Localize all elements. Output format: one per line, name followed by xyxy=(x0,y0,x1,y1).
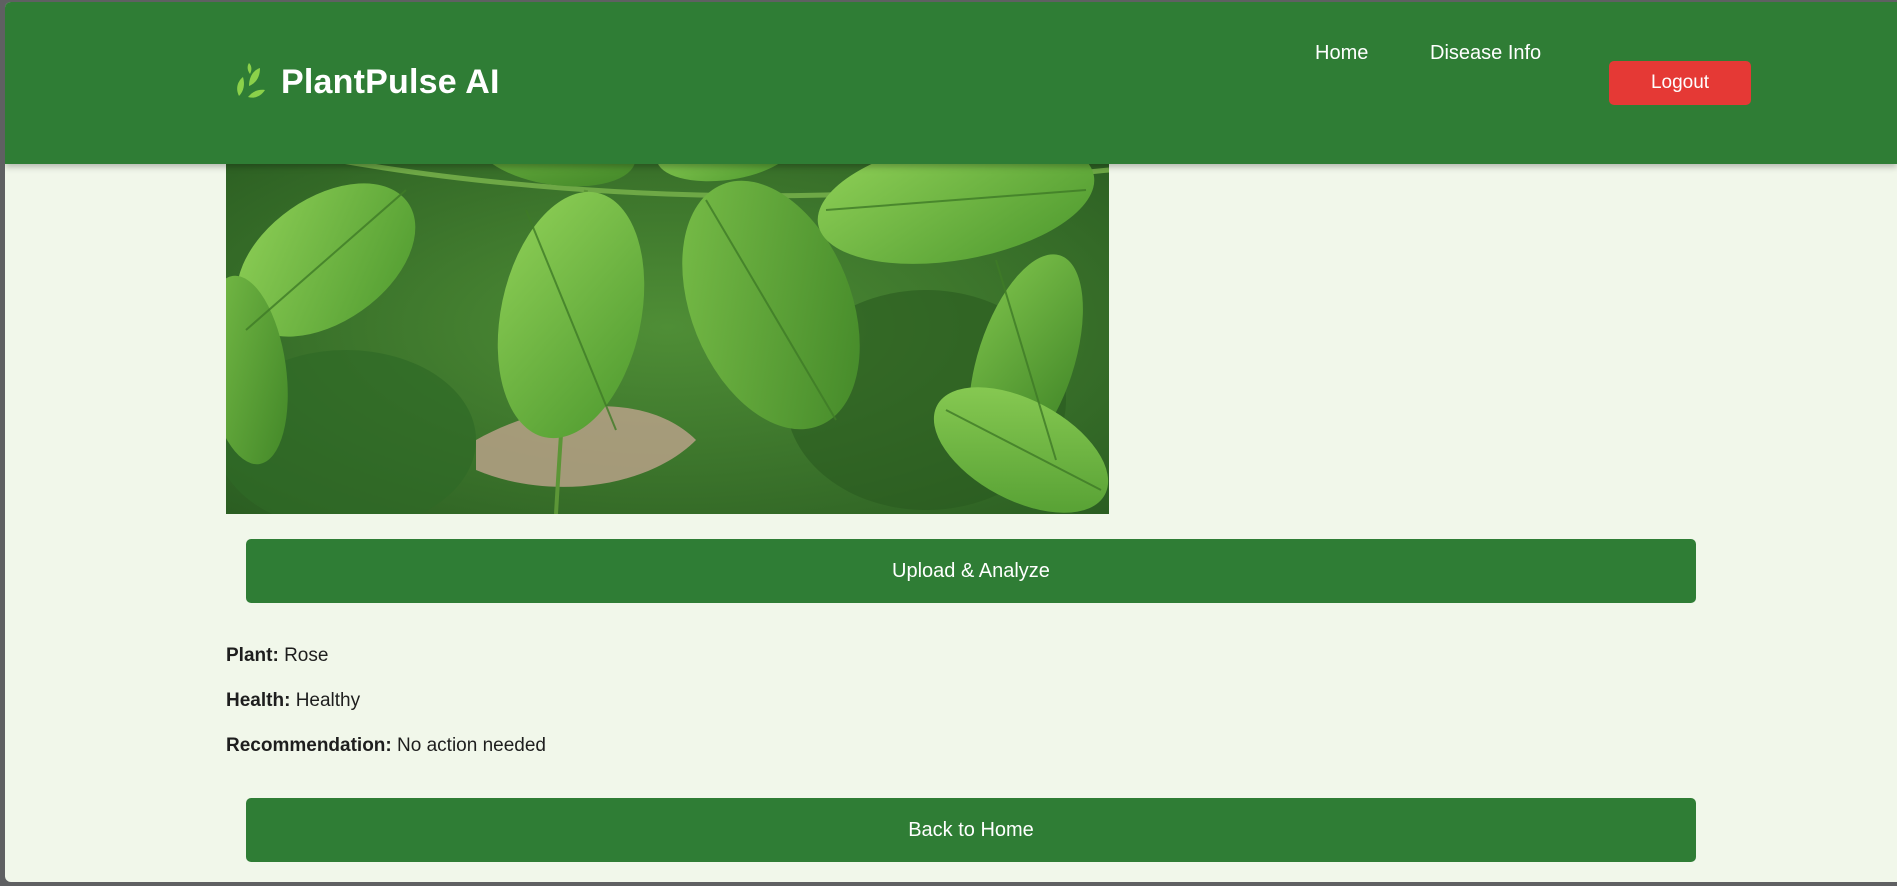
logout-button[interactable]: Logout xyxy=(1609,61,1751,105)
result-health: Health: Healthy xyxy=(226,690,360,712)
health-label: Health: xyxy=(226,690,291,711)
nav-home-link[interactable]: Home xyxy=(1315,42,1368,65)
top-navbar: PlantPulse AI Home Disease Info Logout xyxy=(5,2,1897,164)
plant-value: Rose xyxy=(284,645,329,666)
plant-label: Plant: xyxy=(226,645,279,666)
nav-disease-info-link[interactable]: Disease Info xyxy=(1430,42,1541,65)
leaf-sprout-icon xyxy=(237,63,265,98)
brand[interactable]: PlantPulse AI xyxy=(233,62,500,102)
app-window: PlantPulse AI Home Disease Info Logout U… xyxy=(5,2,1897,882)
rose-leaves-photo xyxy=(226,140,1109,514)
result-recommendation: Recommendation: No action needed xyxy=(226,735,546,757)
health-value: Healthy xyxy=(295,690,361,711)
app-title: PlantPulse AI xyxy=(281,62,500,101)
upload-analyze-button[interactable]: Upload & Analyze xyxy=(246,539,1696,603)
recommendation-label: Recommendation: xyxy=(226,735,392,756)
back-to-home-button[interactable]: Back to Home xyxy=(246,798,1696,862)
result-plant: Plant: Rose xyxy=(226,645,328,667)
uploaded-plant-image xyxy=(226,140,1109,514)
recommendation-value: No action needed xyxy=(397,735,546,756)
